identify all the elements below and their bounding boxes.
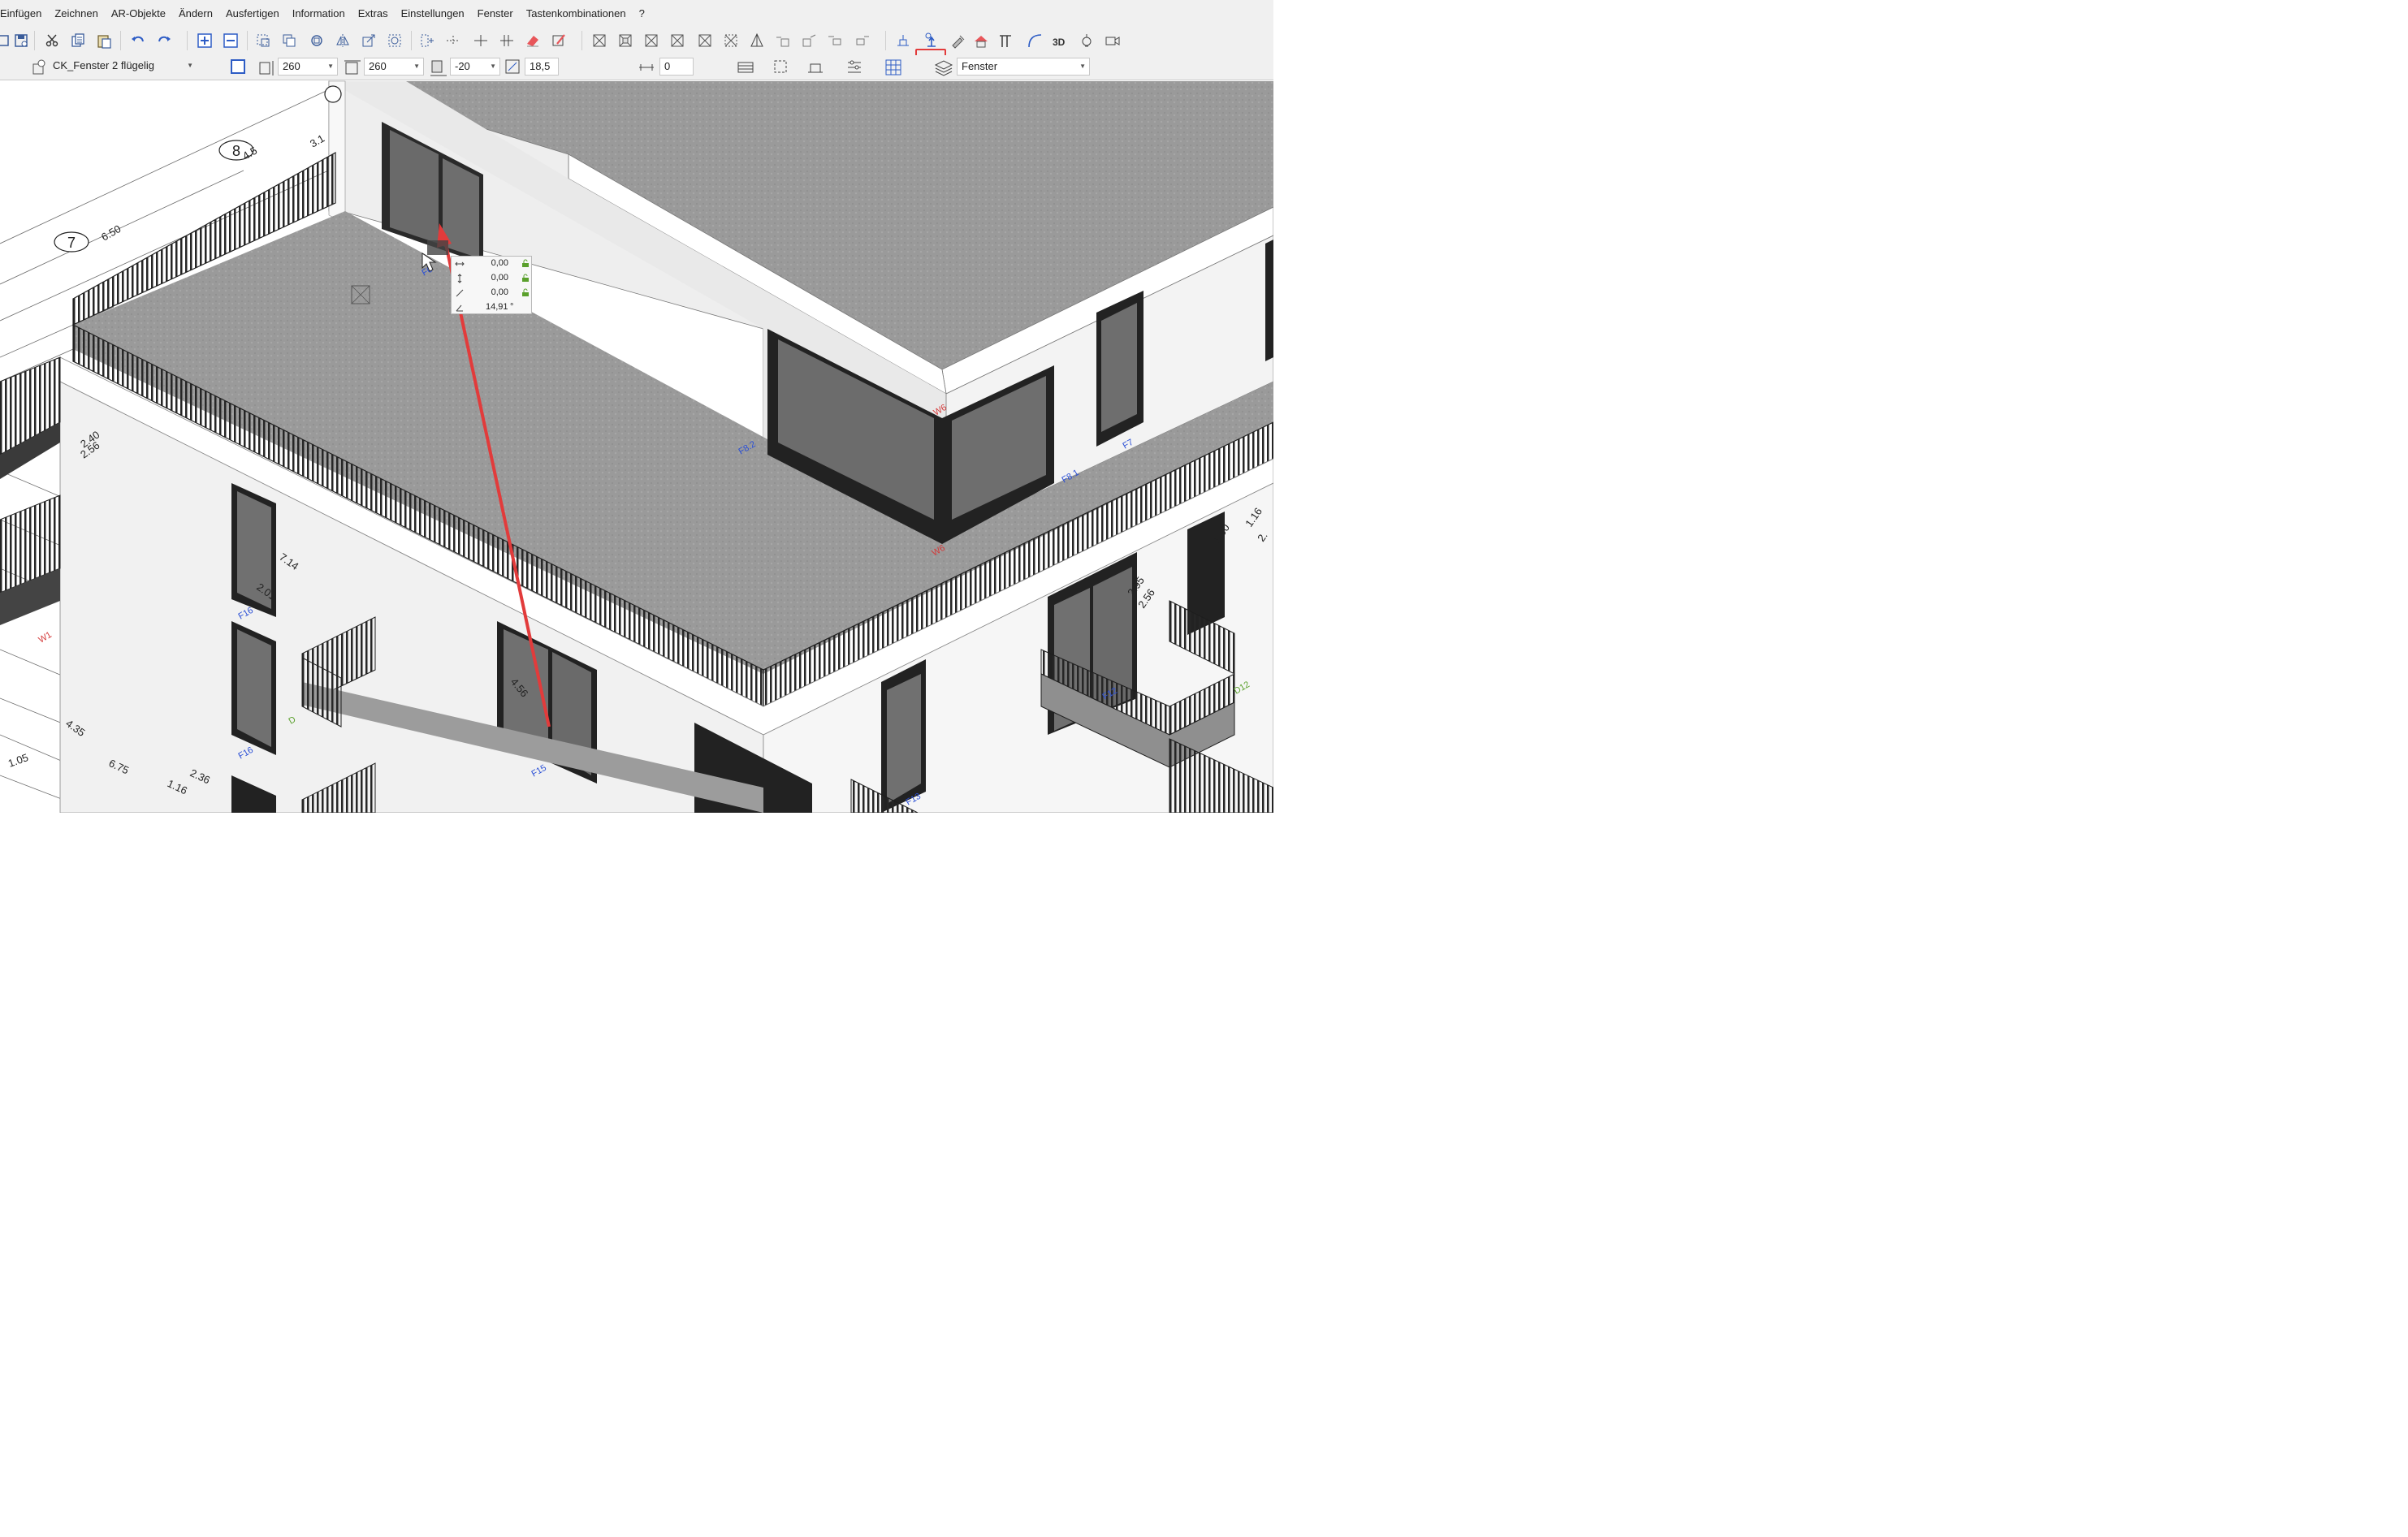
move-right-icon[interactable] bbox=[799, 31, 819, 50]
building-model: 8 7 3.14.56.502.402.567.142.014.356.751.… bbox=[0, 80, 1273, 813]
coordinate-tracker: 0,00 0,00 0,00 14,91 ° bbox=[451, 256, 532, 314]
3d-viewport[interactable]: 8 7 3.1 4.5 6.50 2.40 2.56 7.14 2.01 4.35 6.75 1.… bbox=[0, 80, 1273, 813]
move-left-icon[interactable] bbox=[773, 31, 793, 50]
lock-icon[interactable] bbox=[521, 274, 530, 282]
3d-view-icon[interactable]: 3D bbox=[1051, 31, 1079, 50]
menu-item-5[interactable]: Information bbox=[286, 7, 352, 19]
lock-icon[interactable] bbox=[521, 288, 530, 296]
layer-icon bbox=[934, 58, 953, 77]
menu-item-10[interactable]: ? bbox=[633, 7, 651, 19]
menu-item-7[interactable]: Einstellungen bbox=[395, 7, 471, 19]
settings-icon[interactable] bbox=[845, 58, 864, 77]
offset-input[interactable]: -20 ▼ bbox=[450, 58, 500, 76]
parapet-input[interactable]: 18,5 bbox=[525, 58, 559, 76]
level-icon[interactable] bbox=[893, 31, 913, 50]
cut-icon[interactable] bbox=[42, 31, 62, 50]
arc-icon[interactable] bbox=[1025, 31, 1044, 50]
offset-icon bbox=[429, 58, 448, 77]
menu-item-1[interactable]: Zeichnen bbox=[48, 7, 104, 19]
component-dropdown[interactable]: CK_Fenster 2 flügelig ▼ bbox=[49, 58, 197, 76]
svg-text:3D: 3D bbox=[1053, 37, 1066, 48]
minus-icon[interactable] bbox=[221, 31, 240, 50]
menu-item-3[interactable]: Ändern bbox=[172, 7, 219, 19]
window-tag: W1 bbox=[37, 630, 54, 645]
modify-icon[interactable] bbox=[385, 31, 404, 50]
camera-icon[interactable] bbox=[1103, 31, 1122, 50]
window-type-4-icon[interactable] bbox=[668, 31, 687, 50]
window-type-6-icon[interactable] bbox=[721, 31, 741, 50]
angle-icon bbox=[456, 304, 463, 312]
parapet-icon bbox=[504, 58, 523, 77]
tracker-dz[interactable]: 0,00 bbox=[491, 287, 508, 297]
split-icon[interactable] bbox=[417, 31, 437, 50]
grid-icon[interactable] bbox=[884, 58, 903, 77]
window-type-2-icon[interactable] bbox=[616, 31, 635, 50]
move-back-icon[interactable] bbox=[825, 31, 845, 50]
fill-icon[interactable] bbox=[229, 58, 249, 77]
menu-item-6[interactable]: Extras bbox=[352, 7, 395, 19]
dimension-text: 6.50 bbox=[99, 222, 123, 244]
roof-icon[interactable] bbox=[971, 31, 991, 50]
light-icon[interactable] bbox=[1077, 31, 1096, 50]
window-type-3-icon[interactable] bbox=[642, 31, 661, 50]
eraser-icon[interactable] bbox=[523, 31, 543, 50]
dimension-text: 1.05 bbox=[6, 751, 30, 770]
copy-icon[interactable] bbox=[68, 31, 88, 50]
main-toolbar: 3D bbox=[0, 26, 1273, 81]
frame-icon[interactable] bbox=[772, 58, 791, 77]
dx-icon bbox=[455, 261, 465, 266]
axis-label-8: 8 bbox=[232, 143, 240, 159]
cross-icon[interactable] bbox=[471, 31, 491, 50]
tracker-angle-unit: ° bbox=[510, 302, 514, 312]
dimension-text: 3.1 bbox=[308, 132, 326, 150]
paint-icon[interactable] bbox=[949, 31, 968, 50]
column-icon[interactable] bbox=[996, 31, 1015, 50]
spacing-input[interactable]: 0 bbox=[659, 58, 694, 76]
sill-icon[interactable] bbox=[806, 58, 825, 77]
dz-icon bbox=[456, 289, 464, 297]
menu-item-2[interactable]: AR-Objekte bbox=[105, 7, 172, 19]
duplicate-icon[interactable] bbox=[279, 31, 299, 50]
parallel-icon[interactable] bbox=[497, 31, 517, 50]
redo-icon[interactable] bbox=[154, 31, 174, 50]
layer-dropdown[interactable]: Fenster ▼ bbox=[957, 58, 1090, 76]
height-input[interactable]: 260 ▼ bbox=[278, 58, 338, 76]
width-input[interactable]: 260 ▼ bbox=[364, 58, 424, 76]
menu-bar: Einfügen Zeichnen AR-Objekte Ändern Ausferti… bbox=[0, 0, 1273, 26]
paste-icon[interactable] bbox=[94, 31, 114, 50]
line-icon[interactable] bbox=[443, 31, 463, 50]
pyramid-icon[interactable] bbox=[747, 31, 767, 50]
window-type-icon[interactable] bbox=[590, 31, 609, 50]
tracker-dx[interactable]: 0,00 bbox=[491, 258, 508, 268]
mirror-icon[interactable] bbox=[333, 31, 352, 50]
move-front-icon[interactable] bbox=[853, 31, 872, 50]
select-icon[interactable] bbox=[253, 31, 273, 50]
tracker-angle[interactable]: 14,91 bbox=[486, 302, 508, 312]
edit-icon[interactable] bbox=[549, 31, 568, 50]
menu-item-4[interactable]: Ausfertigen bbox=[219, 7, 286, 19]
window-right bbox=[1096, 291, 1143, 447]
component-icon[interactable] bbox=[29, 58, 49, 77]
window-type-5-icon[interactable] bbox=[695, 31, 715, 50]
width-icon bbox=[343, 58, 362, 77]
spacing-icon bbox=[637, 58, 656, 77]
undo-icon[interactable] bbox=[128, 31, 148, 50]
rotate-icon[interactable] bbox=[307, 31, 326, 50]
menu-item-8[interactable]: Fenster bbox=[471, 7, 520, 19]
elevate-tool-icon[interactable] bbox=[921, 31, 940, 50]
axis-markers: 8 7 bbox=[54, 85, 342, 253]
axis-label-7: 7 bbox=[67, 235, 76, 251]
save-icon[interactable] bbox=[11, 31, 31, 50]
properties-bar: CK_Fenster 2 flügelig ▼ 260 ▼ 260 ▼ -20 ▼ 18… bbox=[0, 55, 1273, 80]
reveal-icon[interactable] bbox=[736, 58, 755, 77]
lock-icon[interactable] bbox=[521, 259, 530, 267]
stretch-icon[interactable] bbox=[359, 31, 378, 50]
tracker-dy[interactable]: 0,00 bbox=[491, 273, 508, 283]
plus-icon[interactable] bbox=[195, 31, 214, 50]
dy-icon bbox=[457, 274, 462, 283]
height-icon bbox=[257, 58, 276, 77]
menu-item-9[interactable]: Tastenkombinationen bbox=[520, 7, 633, 19]
menu-item-0[interactable]: Einfügen bbox=[0, 7, 48, 19]
